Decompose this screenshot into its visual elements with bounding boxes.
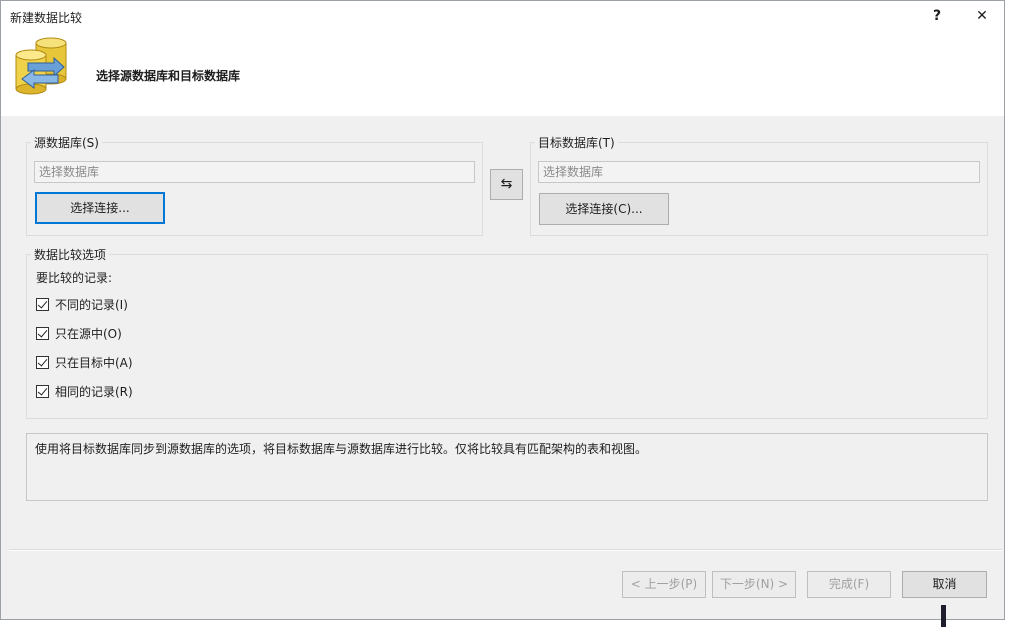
header-panel: 选择源数据库和目标数据库: [1, 32, 1004, 116]
checkbox[interactable]: [36, 384, 49, 398]
swap-databases-button[interactable]: ⇆: [490, 169, 523, 200]
check-label: 只在源中(O): [55, 326, 122, 341]
database-compare-icon: [15, 37, 67, 95]
check-only-in-target[interactable]: 只在目标中(A): [36, 353, 133, 371]
window-title: 新建数据比较: [10, 11, 83, 25]
check-only-in-source[interactable]: 只在源中(O): [36, 324, 122, 342]
help-icon: ?: [932, 8, 942, 24]
records-checklist: 不同的记录(I) 只在源中(O) 只在目标中(A) 相同的记录(R): [26, 295, 326, 405]
target-select-connection-button[interactable]: 选择连接(C)...: [539, 193, 669, 225]
help-button[interactable]: ?: [925, 5, 949, 27]
description-text: 使用将目标数据库同步到源数据库的选项，将目标数据库与源数据库进行比较。仅将比较具…: [35, 442, 648, 456]
title-bar: 新建数据比较 ? ✕: [1, 1, 1004, 32]
next-button[interactable]: 下一步(N) >: [712, 571, 796, 598]
swap-arrows-icon: ⇆: [500, 176, 513, 192]
finish-button[interactable]: 完成(F): [807, 571, 891, 598]
checkbox[interactable]: [36, 297, 49, 311]
previous-button[interactable]: < 上一步(P): [622, 571, 706, 598]
description-box: 使用将目标数据库同步到源数据库的选项，将目标数据库与源数据库进行比较。仅将比较具…: [26, 433, 988, 501]
source-database-field[interactable]: 选择数据库: [34, 161, 475, 183]
check-different-records[interactable]: 不同的记录(I): [36, 295, 128, 313]
background-edge: [941, 605, 946, 627]
check-label: 不同的记录(I): [55, 297, 128, 312]
close-button[interactable]: ✕: [969, 5, 995, 27]
checkbox[interactable]: [36, 355, 49, 369]
target-database-legend: 目标数据库(T): [538, 136, 615, 150]
check-label: 相同的记录(R): [55, 384, 133, 399]
check-identical-records[interactable]: 相同的记录(R): [36, 382, 133, 400]
target-database-field[interactable]: 选择数据库: [538, 161, 980, 183]
close-icon: ✕: [976, 8, 988, 24]
header-title: 选择源数据库和目标数据库: [96, 69, 241, 83]
checkbox[interactable]: [36, 326, 49, 340]
new-data-compare-dialog: 新建数据比较 ? ✕ 选择源数据库和目标数据库 源数据库(S) 选择数据库 选择…: [0, 0, 1005, 620]
footer-separator: [9, 549, 1002, 551]
check-label: 只在目标中(A): [55, 355, 133, 370]
records-to-compare-label: 要比较的记录:: [36, 271, 113, 285]
cancel-button[interactable]: 取消: [902, 571, 987, 598]
source-database-legend: 源数据库(S): [34, 136, 99, 150]
options-legend: 数据比较选项: [34, 248, 107, 262]
source-select-connection-button[interactable]: 选择连接...: [35, 192, 165, 224]
